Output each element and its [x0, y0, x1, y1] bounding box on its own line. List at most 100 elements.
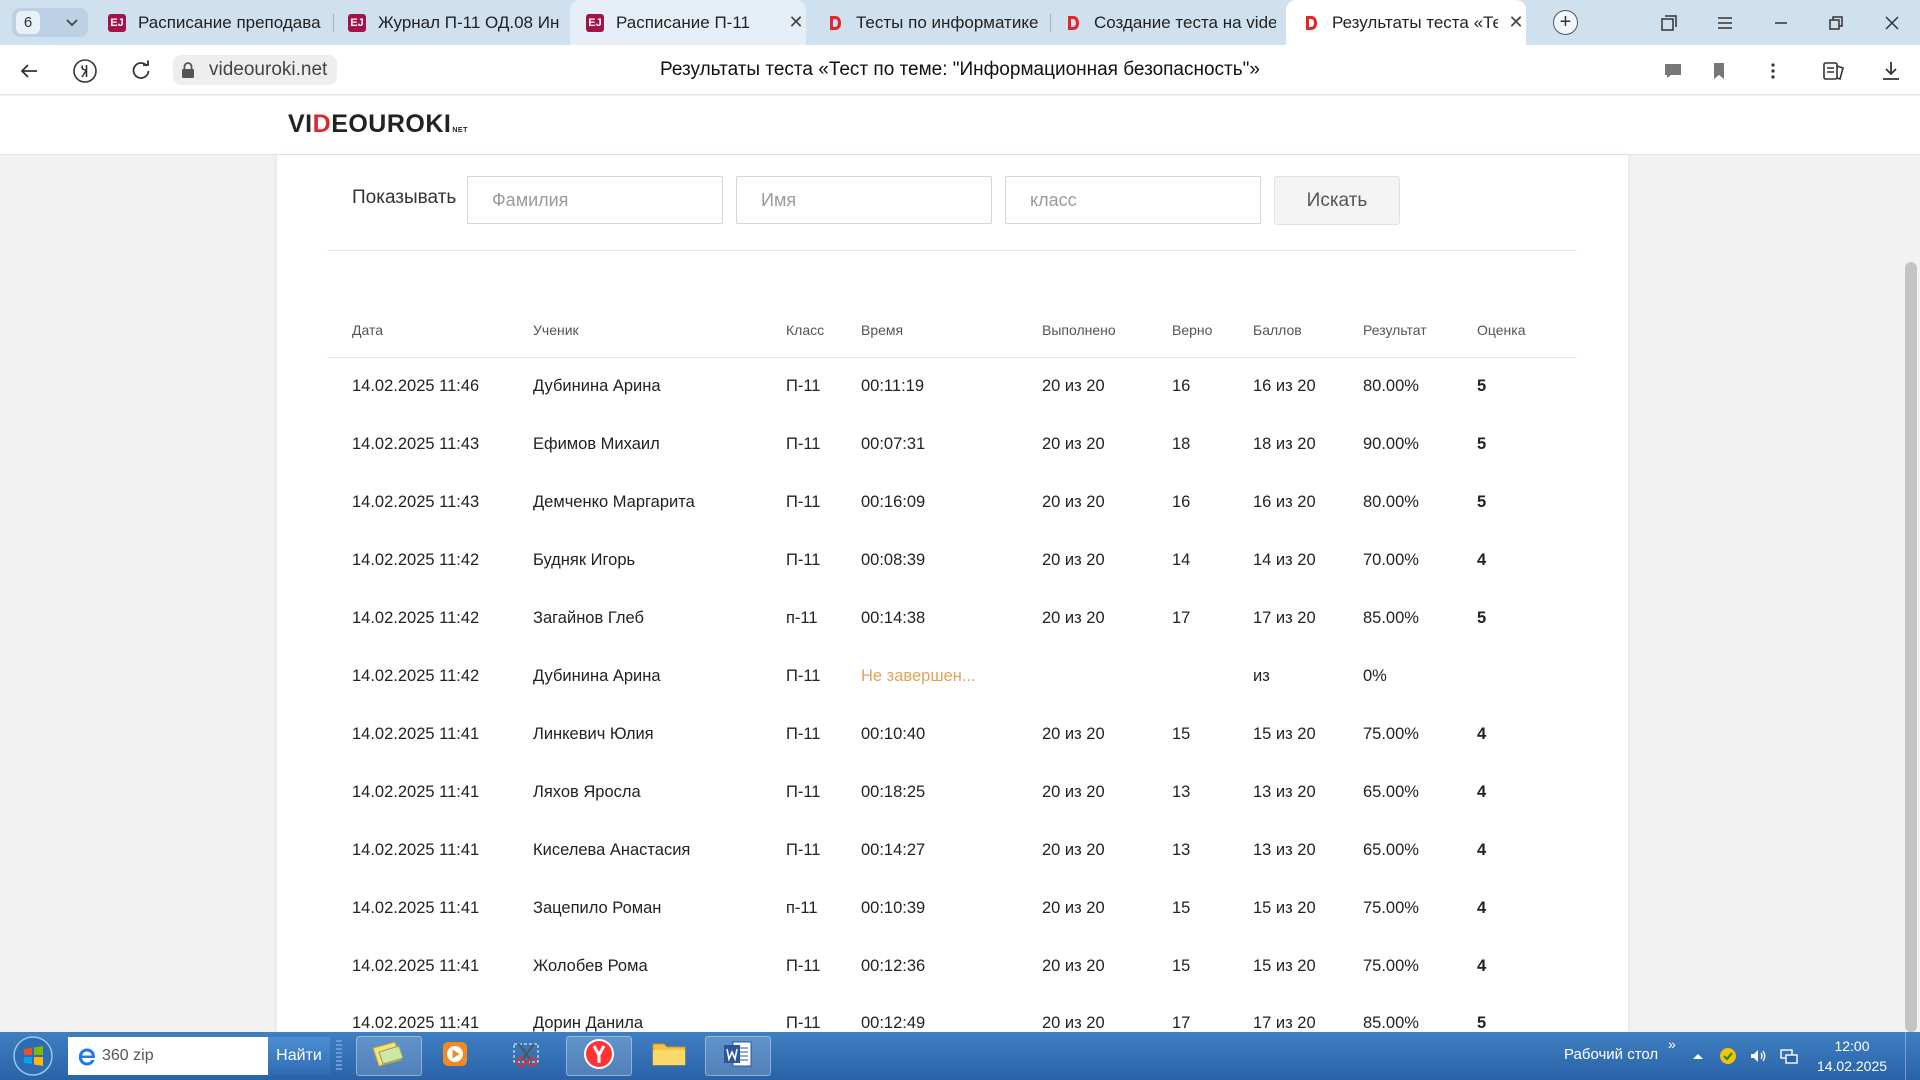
header-correct[interactable]: Верно [1172, 303, 1253, 358]
cell-student: Киселева Анастасия [533, 840, 691, 859]
taskbar-app-snipping[interactable] [494, 1036, 560, 1076]
cell-date: 14.02.2025 11:46 [352, 376, 480, 395]
header-grade[interactable]: Оценка [1477, 303, 1577, 358]
new-tab-button[interactable]: + [1553, 10, 1578, 35]
header-done[interactable]: Выполнено [1042, 303, 1172, 358]
search-button[interactable]: Искать [1274, 176, 1400, 225]
taskbar-app-explorer[interactable] [636, 1036, 702, 1076]
reload-icon[interactable] [126, 56, 156, 86]
tab-title: Расписание П-11 [616, 12, 750, 32]
tabs-collection-icon[interactable] [1654, 8, 1684, 38]
desktop-toolbar-label[interactable]: Рабочий стол » [1564, 1036, 1676, 1063]
desktop-label-text: Рабочий стол [1564, 1046, 1659, 1063]
header-score[interactable]: Баллов [1253, 303, 1363, 358]
menu-icon[interactable] [1710, 8, 1740, 38]
cell-date: 14.02.2025 11:41 [352, 840, 480, 859]
security-tray-icon[interactable] [1718, 1046, 1738, 1066]
cell-student: Ефимов Михаил [533, 434, 660, 453]
url-field[interactable]: videouroki.net [173, 55, 338, 85]
cell-score: 18 из 20 [1253, 434, 1316, 453]
table-row[interactable]: 14.02.2025 11:43 Демченко Маргарита П-11 00… [327, 473, 1577, 531]
tab-counter[interactable]: 6 [12, 8, 88, 37]
tab-teacher-schedule[interactable]: EJ Расписание преподава [108, 0, 326, 45]
header-student[interactable]: Ученик [533, 303, 786, 358]
header-result[interactable]: Результат [1363, 303, 1477, 358]
taskbar-search-input[interactable]: 360 zip [68, 1037, 268, 1075]
yandex-icon[interactable] [70, 56, 100, 86]
results-card: Показывать Искать Дата Ученик Класс Врем… [277, 155, 1628, 1054]
close-icon[interactable]: ✕ [786, 12, 806, 33]
lock-icon[interactable] [173, 55, 203, 85]
close-window-icon[interactable] [1877, 8, 1907, 38]
cell-score: 15 из 20 [1253, 956, 1316, 975]
surname-input[interactable] [467, 176, 723, 224]
cell-date: 14.02.2025 11:42 [352, 608, 480, 627]
taskbar-app-media[interactable] [422, 1036, 488, 1076]
start-button[interactable] [8, 1035, 58, 1077]
page-scrollbar[interactable] [1902, 155, 1920, 1032]
cell-done: 20 из 20 [1042, 550, 1105, 569]
cell-score: 15 из 20 [1253, 724, 1316, 743]
results-table: Дата Ученик Класс Время Выполнено Верно … [327, 303, 1577, 1054]
windows-taskbar: 360 zip Найти Рабочий стол » 12:00 14.02.… [0, 1032, 1920, 1080]
table-row[interactable]: 14.02.2025 11:41 Зацепило Роман п-11 00:10:… [327, 879, 1577, 937]
tab-title: Расписание преподава [138, 12, 321, 32]
taskbar-app-word[interactable] [705, 1036, 771, 1076]
tab-group-schedule[interactable]: EJ Расписание П-11 ✕ [570, 0, 806, 45]
cell-grade: 4 [1477, 898, 1487, 917]
name-input[interactable] [736, 176, 992, 224]
chevron-right-icon[interactable]: » [1668, 1036, 1676, 1052]
table-row[interactable]: 14.02.2025 11:42 Дубинина Арина П-11 Не зав… [327, 647, 1577, 705]
videouroki-icon [1302, 14, 1320, 32]
table-row[interactable]: 14.02.2025 11:41 Ляхов Яросла П-11 00:18:25… [327, 763, 1577, 821]
bookmark-icon[interactable] [1704, 56, 1734, 86]
taskbar-app-yandex-browser[interactable] [566, 1036, 632, 1076]
cell-correct: 17 [1172, 608, 1191, 627]
table-row[interactable]: 14.02.2025 11:42 Будняк Игорь П-11 00:08:39… [327, 531, 1577, 589]
table-row[interactable]: 14.02.2025 11:46 Дубинина Арина П-11 00:11:… [327, 357, 1577, 415]
tab-count[interactable]: 6 [16, 11, 40, 34]
more-icon[interactable] [1758, 56, 1788, 86]
cell-score: 17 из 20 [1253, 608, 1316, 627]
taskbar-app-notes[interactable] [356, 1036, 422, 1076]
tab-informatics-tests[interactable]: Тесты по информатике [826, 0, 1048, 45]
class-input[interactable] [1005, 176, 1261, 224]
table-row[interactable]: 14.02.2025 11:41 Линкевич Юлия П-11 00:10:4… [327, 705, 1577, 763]
header-time[interactable]: Время [861, 303, 1042, 358]
cell-class: п-11 [786, 608, 818, 627]
scrollbar-thumb[interactable] [1905, 262, 1917, 1032]
chevron-down-icon[interactable] [60, 11, 84, 34]
taskbar-find-button[interactable]: Найти [268, 1037, 330, 1075]
restore-icon[interactable] [1821, 8, 1851, 38]
url-domain[interactable]: videouroki.net [203, 55, 338, 85]
taskbar-search-value[interactable]: 360 zip [102, 1047, 154, 1065]
tab-test-results[interactable]: Результаты теста «Те ✕ [1286, 0, 1526, 45]
show-desktop-button[interactable] [1905, 1032, 1920, 1080]
system-clock[interactable]: 12:00 14.02.2025 [1810, 1036, 1894, 1076]
volume-icon[interactable] [1748, 1046, 1768, 1066]
cell-student: Будняк Игорь [533, 550, 636, 569]
tab-journal[interactable]: EJ Журнал П-11 ОД.08 Инс [348, 0, 560, 45]
table-row[interactable]: 14.02.2025 11:41 Киселева Анастасия П-11 00… [327, 821, 1577, 879]
tab-create-test[interactable]: Создание теста на video [1064, 0, 1276, 45]
tray-expand-icon[interactable] [1688, 1046, 1708, 1066]
minimize-icon[interactable] [1766, 8, 1796, 38]
download-icon[interactable] [1876, 56, 1906, 86]
videouroki-logo[interactable]: VIDEOUROKINET [288, 110, 467, 140]
taskbar-grip[interactable] [336, 1040, 342, 1072]
cell-class: П-11 [786, 434, 821, 453]
cell-done: 20 из 20 [1042, 956, 1105, 975]
cell-result: 80.00% [1363, 492, 1419, 511]
network-icon[interactable] [1779, 1046, 1799, 1066]
header-date[interactable]: Дата [327, 303, 533, 358]
back-button[interactable] [14, 56, 44, 86]
cell-correct: 18 [1172, 434, 1191, 453]
table-row[interactable]: 14.02.2025 11:41 Жолобев Рома П-11 00:12:36… [327, 937, 1577, 995]
collections-icon[interactable] [1819, 56, 1849, 86]
comment-icon[interactable] [1658, 56, 1688, 86]
close-icon[interactable]: ✕ [1506, 12, 1526, 33]
cell-correct: 13 [1172, 840, 1191, 859]
table-row[interactable]: 14.02.2025 11:42 Загайнов Глеб п-11 00:14:3… [327, 589, 1577, 647]
header-class[interactable]: Класс [786, 303, 861, 358]
table-row[interactable]: 14.02.2025 11:43 Ефимов Михаил П-11 00:07:3… [327, 415, 1577, 473]
